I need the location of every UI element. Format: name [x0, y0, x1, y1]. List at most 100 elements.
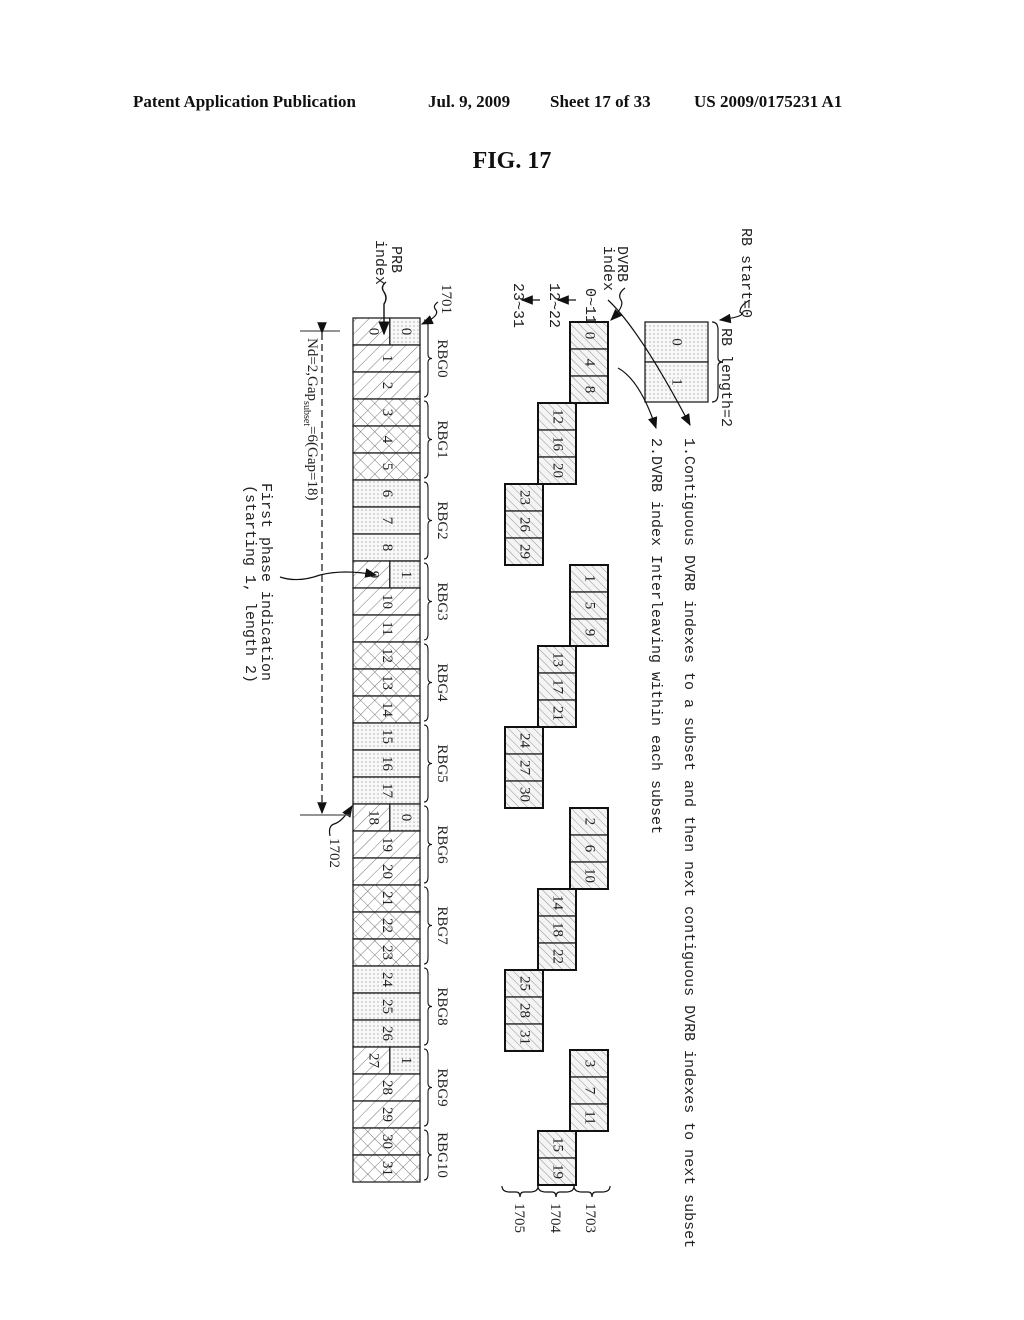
dvrb-group: 14 18 22: [537, 888, 577, 971]
rbg-brace: [423, 562, 433, 641]
rb-start-label: RB start=0: [737, 228, 754, 318]
prb-cell-number: 4: [379, 436, 395, 444]
prb-cell: 29: [352, 1100, 421, 1129]
rbg-brace: [423, 805, 433, 884]
dvrb-cell-number: 21: [550, 706, 566, 721]
prb-cell: 11: [352, 614, 421, 643]
first-phase-line-2: (starting 1, length 2): [241, 485, 258, 683]
dvrb-group: 12 16 20: [537, 402, 577, 485]
prb-cell: 2: [352, 371, 421, 400]
ref-1701: 1701: [438, 284, 454, 314]
dvrb-cell-number: 1: [582, 575, 598, 583]
rbg-label: RBG1: [434, 420, 450, 458]
prb-cell: 15: [352, 722, 421, 751]
prb-cell: 22: [352, 911, 421, 940]
rbg-brace: [423, 643, 433, 722]
dvrb-cell-number: 31: [517, 1030, 533, 1045]
rb-cell-1-label: 1: [669, 378, 685, 386]
dvrb-subsets: 0481216202326291591317212427302610141822…: [504, 321, 609, 1186]
ref-1705: 1705: [511, 1203, 527, 1233]
prb-cell-number: 15: [379, 729, 395, 744]
prb-cell-number: 26: [379, 1026, 395, 1042]
prb-cell: 12: [352, 641, 421, 670]
rbg-brace: [423, 400, 433, 479]
prb-cell-number: 2: [379, 382, 395, 390]
rb-start-box: 0 1: [644, 321, 724, 403]
dvrb-cell-number: 5: [582, 602, 598, 610]
dvrb-group: 13 17 21: [537, 645, 577, 728]
dvrb-cell-number: 12: [550, 409, 566, 424]
rbg-brace: [423, 1048, 433, 1127]
prb-cell: 17: [352, 776, 421, 805]
prb-cell: 19: [352, 830, 421, 859]
gap-label-sub: subset: [301, 401, 312, 426]
prb-cell-number: 13: [379, 675, 395, 690]
dvrb-cell-number: 26: [517, 517, 533, 533]
dvrb-cell-number: 19: [550, 1164, 566, 1179]
dvrb-cell-number: 8: [582, 386, 598, 394]
prb-cell-number: 24: [379, 972, 395, 988]
figure-17-diagram: 0 1 RB start=0 RB length=2 1.Contiguous …: [241, 228, 754, 1248]
dvrb-group: 1 5 9: [569, 564, 609, 647]
prb-cell: 1: [352, 344, 421, 373]
ref-1702: 1702: [326, 838, 342, 868]
dvrb-index-arrow: [610, 287, 626, 321]
prb-cell-number: 10: [379, 594, 395, 609]
prb-cell-number: 16: [379, 756, 395, 772]
prb-cell: 24: [352, 965, 421, 994]
dvrb-subset: 1 5 9 13 17 21 24 27 30: [504, 564, 609, 809]
rbg-brace: [423, 319, 433, 398]
prb-index-label-1: PRB: [387, 246, 404, 273]
prb-cell: 13: [352, 668, 421, 697]
rbg-label: RBG9: [434, 1068, 450, 1106]
prb-cell-number: 17: [379, 783, 395, 799]
dvrb-cell-number: 16: [550, 436, 566, 452]
rbg-label: RBG10: [434, 1132, 450, 1178]
dvrb-cell-number: 0: [582, 332, 598, 340]
prb-cell-number: 5: [379, 463, 395, 471]
rbg-label: RBG4: [434, 663, 450, 702]
brace-1705: [501, 1185, 539, 1198]
gap-dimension: Nd=2,Gapsubset=6(Gap=18): [300, 322, 350, 816]
dvrb-range-1: 12~22: [545, 283, 562, 328]
prb-cell: 8: [352, 533, 421, 562]
rbg-label: RBG0: [434, 339, 450, 377]
prb-cell-number: 20: [379, 864, 395, 879]
dvrb-subset: 0 4 8 12 16 20 23 26 29: [504, 321, 609, 566]
dvrb-cell-number: 18: [550, 922, 566, 937]
dvrb-cell-number: 9: [582, 629, 598, 637]
ref-1702-arrow: [328, 804, 353, 837]
dvrb-group: 25 28 31: [504, 969, 544, 1052]
prb-cell-number: 29: [379, 1107, 395, 1122]
dvrb-cell-number: 11: [582, 1110, 598, 1124]
prb-cell: 20: [352, 857, 421, 886]
prb-cell-number: 12: [379, 648, 395, 663]
rbg-brace: [423, 481, 433, 560]
prb-cell: 5: [352, 452, 421, 481]
first-phase-line-1: First phase indication: [257, 483, 274, 681]
rbg-brace: [423, 886, 433, 965]
dvrb-cell-number: 3: [582, 1060, 598, 1068]
prb-cell: 14: [352, 695, 421, 724]
dvrb-cell-number: 27: [517, 760, 533, 776]
prb-cell: 10: [352, 587, 421, 616]
dvrb-cell-number: 4: [582, 359, 598, 367]
rbg-label: RBG5: [434, 744, 450, 782]
prb-cell-number: 18: [366, 810, 382, 825]
dvrb-cell-number: 24: [517, 733, 533, 749]
rb-length-label: RB length=2: [717, 328, 734, 427]
rbg-brace: [423, 967, 433, 1046]
dvrb-cell-number: 15: [550, 1137, 566, 1152]
dvrb-cell-number: 17: [550, 679, 566, 695]
prb-bar: 0 0123456789 1101112131415161718 0192021222…: [352, 317, 450, 1183]
prb-cell-number: 1: [379, 355, 395, 363]
prb-cell-number: 30: [379, 1134, 395, 1149]
prb-cell: 7: [352, 506, 421, 535]
prb-cell-number: 11: [379, 621, 395, 635]
prb-cell-split-number: 0: [398, 328, 414, 336]
prb-cell: 26: [352, 1019, 421, 1048]
dvrb-cell-number: 10: [582, 868, 598, 883]
dvrb-cell-number: 28: [517, 1003, 533, 1018]
rbg-label: RBG7: [434, 906, 450, 945]
dvrb-cell-number: 6: [582, 845, 598, 853]
